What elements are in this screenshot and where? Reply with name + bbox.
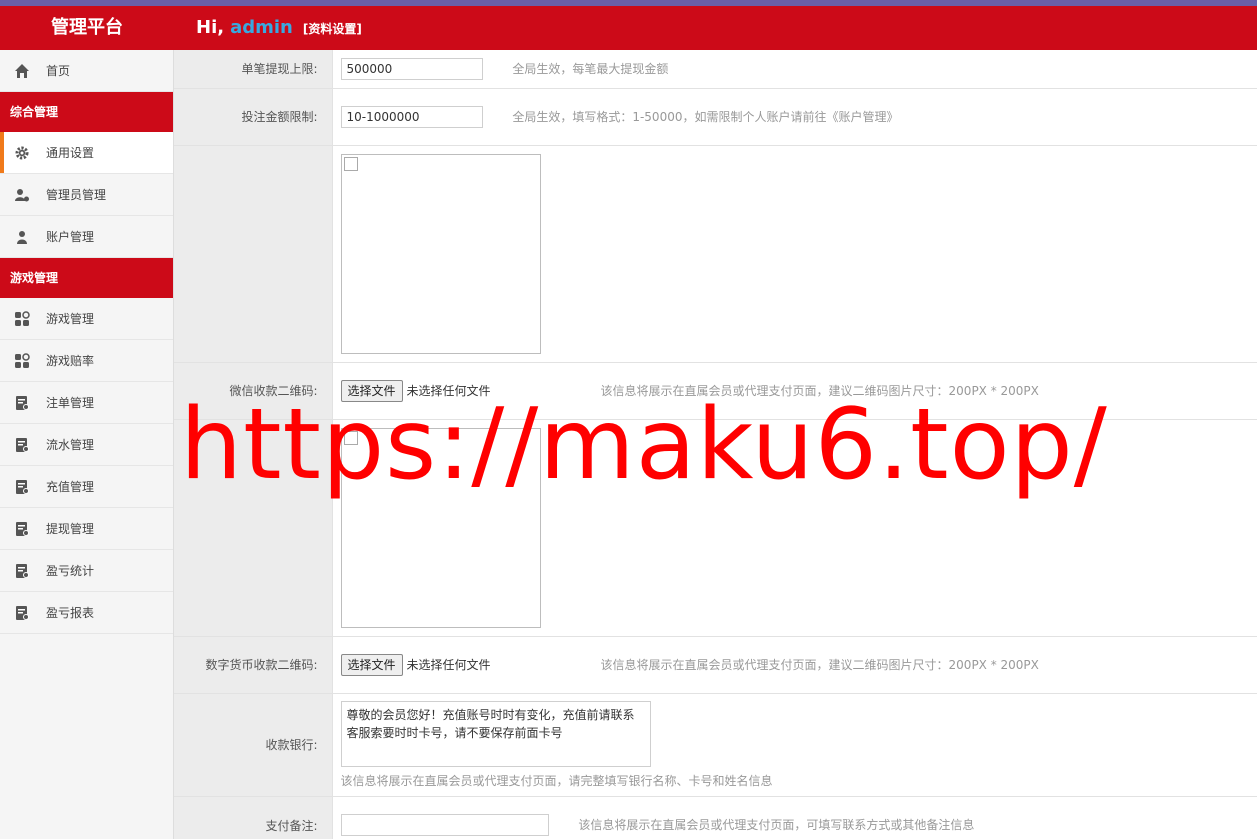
field-value-cell: 该信息将展示在直属会员或代理支付页面，可填写联系方式或其他备注信息 <box>332 796 1257 839</box>
sidebar-item-label: 注单管理 <box>46 396 95 410</box>
sidebar-item-label: 盈亏报表 <box>46 606 95 620</box>
bet-limit-input[interactable] <box>340 105 483 128</box>
document-icon <box>16 564 29 578</box>
wechat-qr-choose-file-button[interactable]: 选择文件 <box>340 379 403 402</box>
greeting-text: Hi, <box>196 17 225 38</box>
field-label-empty <box>174 419 333 637</box>
document-icon <box>16 396 29 410</box>
field-value-cell: 尊敬的会员您好！充值账号时时有变化，充值前请联系客服索要时时卡号，请不要保存前面… <box>332 693 1257 797</box>
withdraw-limit-input[interactable] <box>340 57 483 80</box>
sidebar-item-label: 通用设置 <box>46 146 95 160</box>
broken-image-icon <box>343 156 358 171</box>
document-icon <box>16 480 29 494</box>
field-value-cell <box>332 419 1257 637</box>
no-file-text: 未选择任何文件 <box>406 384 491 398</box>
gear-icon <box>15 146 29 160</box>
sidebar-item-account-management[interactable]: 账户管理 <box>0 216 173 258</box>
sidebar-item-general-settings[interactable]: 通用设置 <box>0 132 173 174</box>
field-label: 单笔提现上限: <box>174 50 333 89</box>
apps-icon <box>15 353 30 368</box>
sidebar-item-game-management[interactable]: 游戏管理 <box>0 298 173 340</box>
sidebar-item-label: 流水管理 <box>46 438 95 452</box>
field-hint: 该信息将展示在直属会员或代理支付页面，请完整填写银行名称、卡号和姓名信息 <box>340 773 773 788</box>
sidebar-item-label: 盈亏统计 <box>46 564 95 578</box>
sidebar-item-label: 游戏赔率 <box>46 354 95 368</box>
sidebar-item-withdraw-management[interactable]: 提现管理 <box>0 508 173 550</box>
row-withdraw-limit: 单笔提现上限: 全局生效，每笔最大提现金额 <box>174 50 1257 89</box>
field-value-cell: 选择文件 未选择任何文件 该信息将展示在直属会员或代理支付页面，建议二维码图片尺寸：… <box>332 636 1257 694</box>
sidebar-group-games[interactable]: 游戏管理 <box>0 258 173 298</box>
sidebar-item-admin-management[interactable]: 管理员管理 <box>0 174 173 216</box>
broken-image-icon <box>343 430 358 445</box>
field-hint: 该信息将展示在直属会员或代理支付页面，可填写联系方式或其他备注信息 <box>578 818 975 832</box>
sidebar-item-flow-management[interactable]: 流水管理 <box>0 424 173 466</box>
sidebar-group-general[interactable]: 综合管理 <box>0 92 173 132</box>
sidebar-item-bet-management[interactable]: 注单管理 <box>0 382 173 424</box>
field-value-cell <box>332 145 1257 363</box>
field-label: 微信收款二维码: <box>174 362 333 420</box>
sidebar-item-label: 账户管理 <box>46 230 95 244</box>
document-icon <box>16 606 29 620</box>
crypto-qr-choose-file-button[interactable]: 选择文件 <box>340 653 403 676</box>
greeting: Hi, admin [资料设置] <box>196 6 362 50</box>
sidebar-item-profit-stats[interactable]: 盈亏统计 <box>0 550 173 592</box>
header: 管理平台 Hi, admin [资料设置] <box>0 6 1257 50</box>
document-icon <box>16 438 29 452</box>
payment-remark-input[interactable] <box>340 814 549 836</box>
home-icon <box>15 64 29 78</box>
wechat-qr-image <box>340 153 541 354</box>
sidebar-item-label: 提现管理 <box>46 522 95 536</box>
field-hint: 该信息将展示在直属会员或代理支付页面，建议二维码图片尺寸：200PX * 200… <box>600 658 1039 672</box>
settings-form: 单笔提现上限: 全局生效，每笔最大提现金额 投注金额限制: 全局生效，填写格式：… <box>174 50 1257 839</box>
sidebar-item-recharge-management[interactable]: 充值管理 <box>0 466 173 508</box>
field-label-empty <box>174 145 333 363</box>
row-crypto-qr: 数字货币收款二维码: 选择文件 未选择任何文件 该信息将展示在直属会员或代理支付页面… <box>174 636 1257 694</box>
row-wechat-qr-preview <box>174 145 1257 363</box>
field-value-cell: 全局生效，填写格式：1-50000，如需限制个人账户请前往《账户管理》 <box>332 88 1257 146</box>
user-gear-icon <box>15 189 29 202</box>
sidebar-item-label: 充值管理 <box>46 480 95 494</box>
brand-title: 管理平台 <box>51 17 123 38</box>
sidebar-item-label: 首页 <box>46 64 71 78</box>
sidebar-item-label: 管理员管理 <box>46 188 107 202</box>
sidebar: 首页 综合管理 通用设置 管理员管理 账户管理 游戏管理 游戏管理 游戏赔率 注… <box>0 50 174 839</box>
user-icon <box>17 231 27 244</box>
row-bet-limit: 投注金额限制: 全局生效，填写格式：1-50000，如需限制个人账户请前往《账户… <box>174 88 1257 146</box>
sidebar-item-label: 游戏管理 <box>46 312 95 326</box>
row-wechat-qr: 微信收款二维码: 选择文件 未选择任何文件 该信息将展示在直属会员或代理支付页面，建… <box>174 362 1257 420</box>
field-label: 支付备注: <box>174 796 333 839</box>
sidebar-item-home[interactable]: 首页 <box>0 50 173 92</box>
field-hint: 该信息将展示在直属会员或代理支付页面，建议二维码图片尺寸：200PX * 200… <box>600 384 1039 398</box>
row-crypto-qr-preview <box>174 419 1257 637</box>
apps-icon <box>15 311 30 326</box>
field-label: 数字货币收款二维码: <box>174 636 333 694</box>
field-label: 投注金额限制: <box>174 88 333 146</box>
settings-table: 单笔提现上限: 全局生效，每笔最大提现金额 投注金额限制: 全局生效，填写格式：… <box>174 50 1257 839</box>
profile-settings-link[interactable]: [资料设置] <box>303 22 362 36</box>
field-value-cell: 选择文件 未选择任何文件 该信息将展示在直属会员或代理支付页面，建议二维码图片尺寸：… <box>332 362 1257 420</box>
bank-info-textarea[interactable]: 尊敬的会员您好！充值账号时时有变化，充值前请联系客服索要时时卡号，请不要保存前面… <box>340 700 651 767</box>
crypto-qr-image <box>340 427 541 628</box>
field-hint: 全局生效，填写格式：1-50000，如需限制个人账户请前往《账户管理》 <box>512 109 899 124</box>
row-remark: 支付备注: 该信息将展示在直属会员或代理支付页面，可填写联系方式或其他备注信息 <box>174 796 1257 839</box>
document-icon <box>16 522 29 536</box>
sidebar-item-profit-report[interactable]: 盈亏报表 <box>0 592 173 634</box>
no-file-text: 未选择任何文件 <box>406 658 491 672</box>
field-hint: 全局生效，每笔最大提现金额 <box>512 61 669 76</box>
sidebar-item-game-odds[interactable]: 游戏赔率 <box>0 340 173 382</box>
field-label: 收款银行: <box>174 693 333 797</box>
username[interactable]: admin <box>230 17 293 38</box>
field-value-cell: 全局生效，每笔最大提现金额 <box>332 50 1257 89</box>
row-bank: 收款银行: 尊敬的会员您好！充值账号时时有变化，充值前请联系客服索要时时卡号，请… <box>174 693 1257 797</box>
